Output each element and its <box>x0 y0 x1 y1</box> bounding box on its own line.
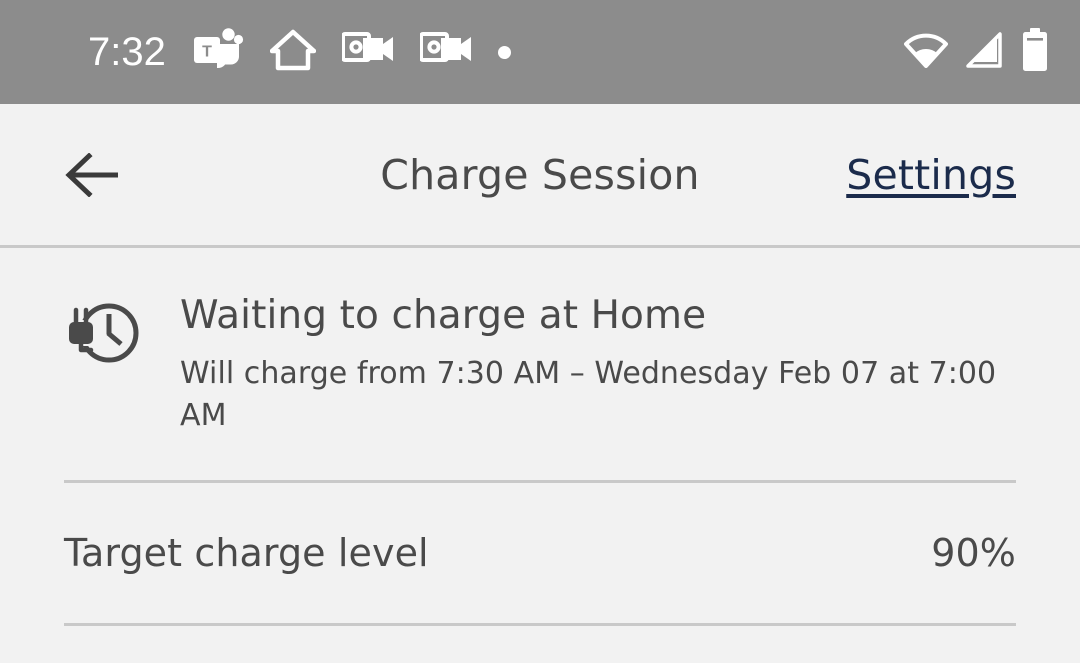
home-icon <box>269 29 317 75</box>
charge-status-text: Waiting to charge at Home Will charge fr… <box>180 293 1016 438</box>
divider-below-target-charge <box>64 623 1016 627</box>
microsoft-teams-icon: T <box>192 27 244 77</box>
target-charge-level-value: 90% <box>931 531 1016 576</box>
target-charge-level-row[interactable]: Target charge level 90% <box>64 483 1016 623</box>
cellular-signal-icon <box>964 32 1004 72</box>
outlook-meeting-icon-2 <box>418 30 472 74</box>
outlook-meeting-icon <box>340 30 394 74</box>
app-header: Charge Session Settings <box>0 104 1080 248</box>
svg-text:T: T <box>202 44 212 61</box>
status-bar-right-group <box>904 28 1050 76</box>
back-button[interactable] <box>64 142 130 208</box>
status-bar: 7:32 T <box>0 0 1080 104</box>
wifi-icon <box>904 32 948 72</box>
target-charge-level-label: Target charge level <box>64 531 429 576</box>
more-notifications-dot <box>497 45 511 59</box>
charge-status-detail: Will charge from 7:30 AM – Wednesday Feb… <box>180 355 997 434</box>
charge-status-headline: Waiting to charge at Home <box>180 293 707 338</box>
status-bar-clock: 7:32 <box>88 30 166 74</box>
plug-clock-icon <box>64 300 142 366</box>
charge-status-block: Waiting to charge at Home Will charge fr… <box>64 248 1016 480</box>
back-arrow-icon <box>65 152 118 197</box>
status-bar-left-group: 7:32 T <box>88 27 511 77</box>
settings-link[interactable]: Settings <box>846 151 1016 199</box>
main-content: Waiting to charge at Home Will charge fr… <box>0 248 1080 627</box>
battery-icon <box>1020 28 1050 76</box>
